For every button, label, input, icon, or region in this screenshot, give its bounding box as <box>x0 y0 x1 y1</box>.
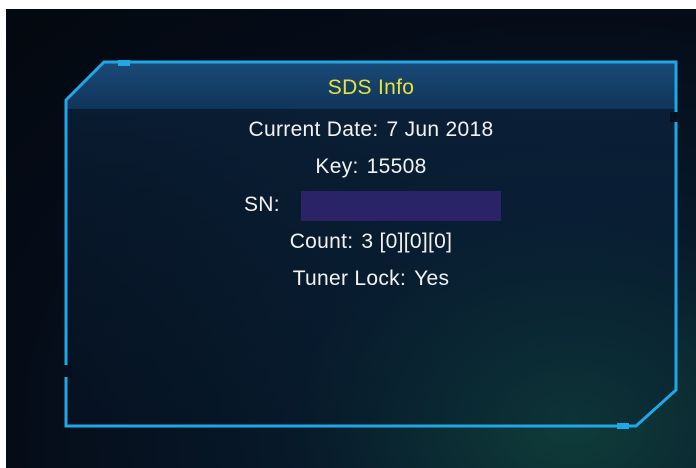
key-row: Key: 15508 <box>64 155 678 179</box>
key-label: Key: <box>315 155 359 178</box>
current-date-label: Current Date: <box>248 118 379 141</box>
tuner-lock-label: Tuner Lock: <box>292 267 407 290</box>
tv-screen: SDS Info Current Date: 7 Jun 2018 Key: 155… <box>6 9 696 468</box>
sn-redacted-field <box>301 191 501 221</box>
count-row: Count: 3 [0][0][0] <box>64 230 678 254</box>
sn-row: SN: <box>64 191 678 221</box>
current-date-row: Current Date: 7 Jun 2018 <box>64 118 678 142</box>
dialog-title: SDS Info <box>327 76 415 99</box>
count-value: 3 [0][0][0] <box>361 230 453 253</box>
sds-info-dialog: SDS Info Current Date: 7 Jun 2018 Key: 155… <box>64 60 678 429</box>
tuner-lock-value: Yes <box>414 267 450 290</box>
sn-label: SN: <box>244 193 280 216</box>
tuner-lock-row: Tuner Lock: Yes <box>64 267 678 291</box>
key-value: 15508 <box>366 155 427 178</box>
current-date-value: 7 Jun 2018 <box>386 118 494 141</box>
count-label: Count: <box>289 230 354 253</box>
